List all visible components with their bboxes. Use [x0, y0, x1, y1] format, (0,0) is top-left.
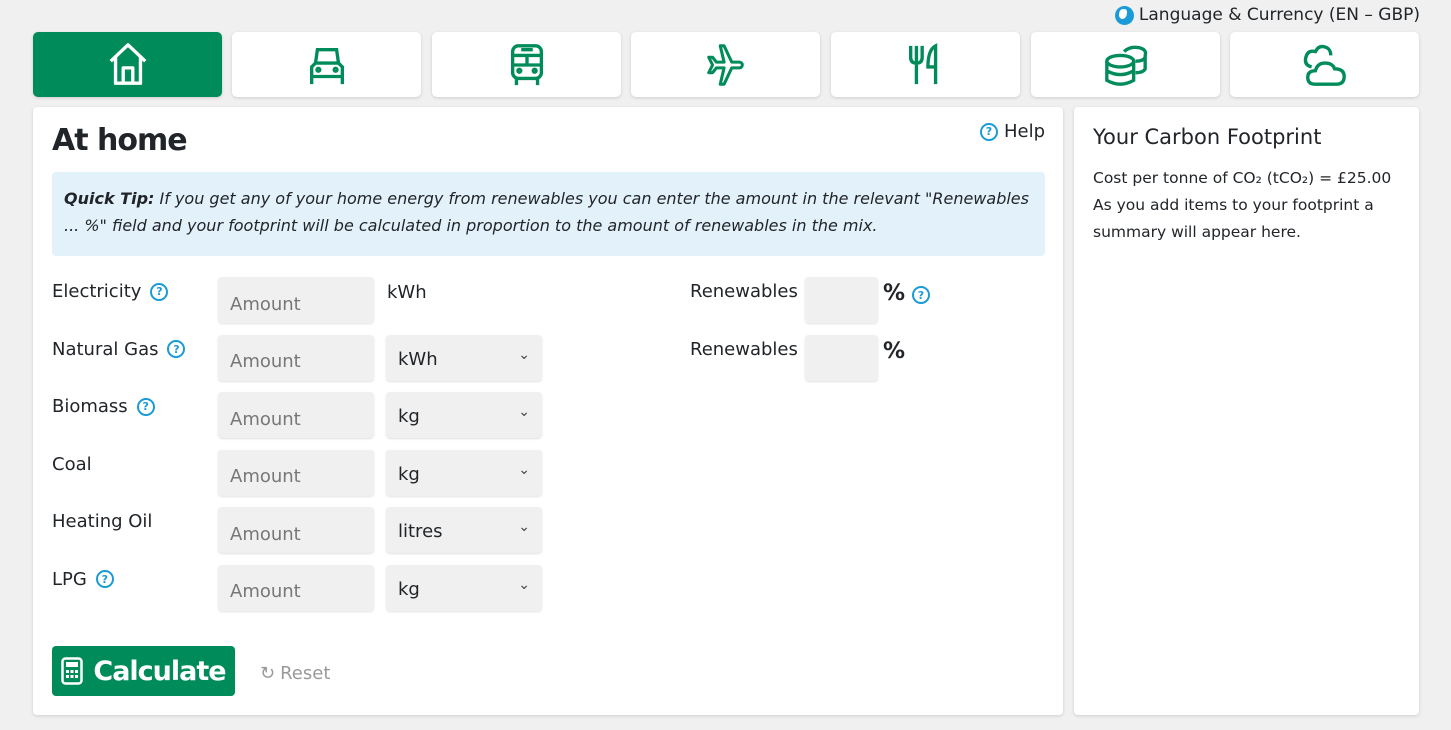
bus-icon [510, 43, 543, 85]
calculator-icon [61, 657, 84, 685]
renewables-label: Renewables [690, 281, 798, 302]
lpg-amount-input[interactable] [218, 564, 374, 611]
page-title: At home [52, 123, 188, 158]
tab-spending[interactable] [1031, 32, 1220, 97]
question-icon[interactable]: ? [150, 282, 169, 301]
natural-gas-unit-select[interactable]: kWh ⌄ [386, 334, 542, 381]
cloud-icon [1303, 44, 1346, 86]
redo-icon: ↻ [260, 663, 276, 684]
car-icon [309, 47, 344, 84]
tip-label: Quick Tip: [64, 189, 155, 208]
electricity-amount-input[interactable] [218, 277, 374, 323]
chevron-down-icon: ⌄ [518, 576, 530, 593]
utensils-icon [908, 42, 937, 84]
coal-label-text: Coal [52, 453, 92, 475]
natural-gas-label-text: Natural Gas [52, 338, 159, 360]
tab-flight[interactable] [631, 32, 820, 97]
biomass-label-text: Biomass [52, 396, 128, 417]
renewables-percent-input[interactable] [805, 334, 878, 381]
heating-oil-label: Heating Oil [52, 511, 152, 532]
footprint-title: Your Carbon Footprint [1093, 125, 1322, 149]
natural-gas-label: Natural Gas? [52, 338, 186, 360]
question-icon[interactable]: ? [912, 286, 930, 304]
quick-tip: Quick Tip: If you get any of your home e… [52, 172, 1045, 256]
tab-home[interactable] [33, 32, 222, 97]
coal-amount-input[interactable] [218, 449, 374, 496]
natural-gas-amount-input[interactable] [218, 334, 374, 381]
tab-bus[interactable] [432, 32, 621, 97]
chevron-down-icon: ⌄ [518, 346, 530, 363]
help-link[interactable]: ? Help [979, 121, 1045, 142]
globe-icon [1114, 5, 1134, 25]
home-icon [109, 42, 146, 85]
selected-unit: litres [398, 521, 443, 542]
lpg-unit-select[interactable]: kg ⌄ [386, 564, 542, 611]
biomass-label: Biomass? [52, 396, 155, 417]
tab-food[interactable] [831, 32, 1020, 97]
home-form-card: At home ? Help Quick Tip: If you get any… [33, 107, 1063, 715]
summary-placeholder: As you add items to your footprint a sum… [1093, 196, 1374, 241]
language-currency-label: Language & Currency (EN – GBP) [1138, 5, 1420, 25]
renewables-percent-input[interactable] [805, 277, 878, 323]
help-label: Help [1003, 121, 1045, 142]
lpg-label-text: LPG [52, 568, 87, 590]
tab-car[interactable] [232, 32, 421, 97]
carbon-footprint-panel: Your Carbon Footprint Cost per tonne of … [1074, 107, 1419, 715]
question-icon: ? [979, 122, 998, 141]
calculate-label: Calculate [93, 655, 226, 687]
electricity-unit: kWh [387, 282, 427, 303]
selected-unit: kg [398, 463, 420, 485]
selected-unit: kg [398, 578, 420, 600]
lpg-label: LPG? [52, 569, 114, 590]
plane-icon [706, 43, 744, 86]
biomass-amount-input[interactable] [218, 392, 374, 438]
selected-unit: kg [398, 406, 420, 427]
biomass-unit-select[interactable]: kg ⌄ [386, 392, 542, 438]
coal-unit-select[interactable]: kg ⌄ [386, 449, 542, 496]
calculate-button[interactable]: Calculate [52, 646, 235, 696]
question-icon[interactable]: ? [95, 570, 114, 588]
reset-label: Reset [280, 663, 331, 684]
language-currency-link[interactable]: Language & Currency (EN – GBP) [1114, 5, 1420, 25]
heating-oil-label-text: Heating Oil [52, 511, 153, 532]
coins-icon [1104, 45, 1147, 86]
renewables-label: Renewables [690, 338, 798, 360]
percent-sign: % [883, 281, 906, 306]
selected-unit: kWh [398, 348, 438, 370]
chevron-down-icon: ⌄ [518, 519, 530, 535]
heating-oil-amount-input[interactable] [218, 507, 374, 553]
question-icon[interactable]: ? [136, 397, 155, 416]
question-icon[interactable]: ? [167, 340, 186, 358]
chevron-down-icon: ⌄ [518, 404, 530, 420]
tip-text: If you get any of your home energy from … [64, 189, 1029, 235]
cost-per-tonne: Cost per tonne of CO₂ (tCO₂) = £25.00 [1093, 169, 1392, 187]
electricity-label-text: Electricity [52, 281, 142, 302]
tab-offset[interactable] [1230, 32, 1419, 97]
chevron-down-icon: ⌄ [518, 461, 530, 478]
reset-button[interactable]: ↻ Reset [260, 663, 330, 684]
percent-sign: % [883, 338, 906, 364]
electricity-label: Electricity? [52, 281, 169, 302]
coal-label: Coal [52, 454, 92, 475]
heating-oil-unit-select[interactable]: litres ⌄ [386, 507, 542, 553]
